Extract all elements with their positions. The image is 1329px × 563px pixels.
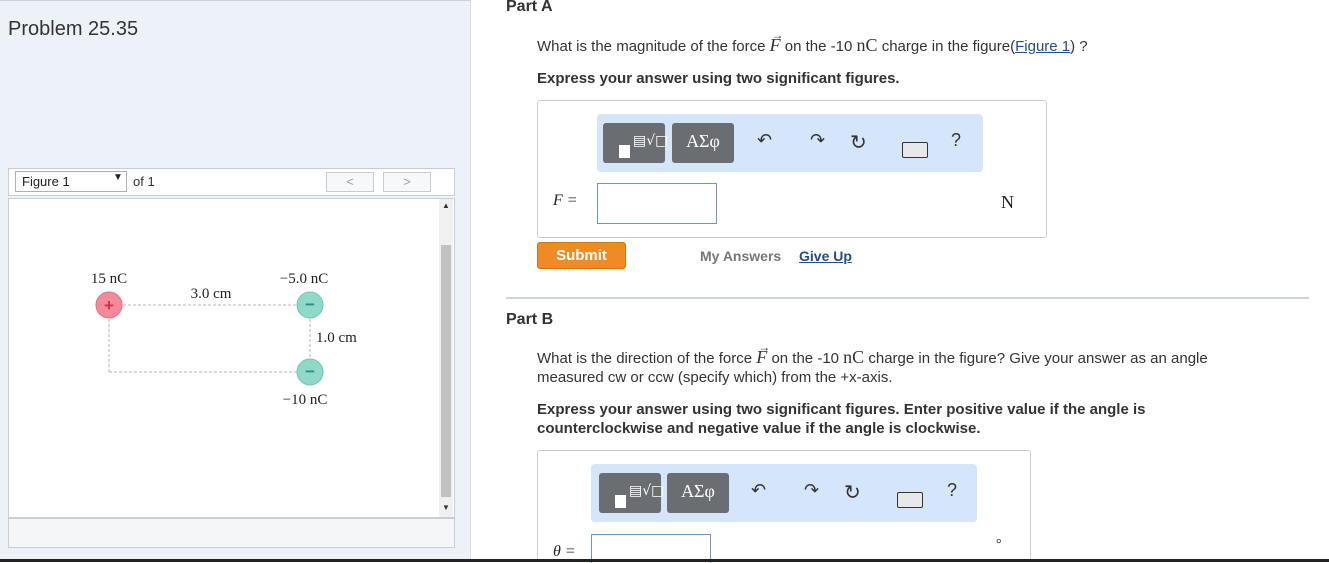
redo-icon[interactable]: ↷ xyxy=(810,130,825,151)
part-b-instruction-line2: counterclockwise and negative value if t… xyxy=(537,420,981,437)
part-b-question-line1: What is the direction of the force F → on… xyxy=(537,340,1307,368)
part-b-question: What is the direction of the force F → on… xyxy=(537,340,1307,387)
part-a-input-label: F = xyxy=(553,192,578,210)
keyboard-icon[interactable] xyxy=(902,142,928,158)
scrollbar-thumb[interactable] xyxy=(441,245,451,497)
part-b-answer-box: ▤√□ ΑΣφ ↶ ↷ ↻ ? θ = ° xyxy=(537,450,1031,563)
figure-footer xyxy=(8,518,455,548)
figure-select-value: Figure 1 xyxy=(22,174,70,189)
redo-icon[interactable]: ↷ xyxy=(804,480,819,501)
previous-figure-button[interactable]: < xyxy=(326,172,374,192)
scroll-down-icon[interactable]: ▼ xyxy=(442,503,450,512)
plus-sign: + xyxy=(104,296,114,315)
figure-count: of 1 xyxy=(133,174,155,189)
part-a-question: What is the magnitude of the force F → on… xyxy=(537,28,1088,56)
part-b-unit: ° xyxy=(996,537,1002,552)
vector-arrow-icon: → xyxy=(771,28,784,42)
part-a-variable: F = xyxy=(553,192,578,209)
undo-icon[interactable]: ↶ xyxy=(751,480,766,501)
minus-sign-top: − xyxy=(305,295,315,314)
force-vector-symbol-b: F → xyxy=(756,340,770,367)
force-vector-symbol: F → xyxy=(770,28,784,55)
keyboard-icon[interactable] xyxy=(897,492,923,508)
greek-icon[interactable]: ΑΣφ xyxy=(667,473,729,513)
part-a-math-toolbar: ▤√□ ΑΣφ ↶ ↷ ↻ ? xyxy=(597,114,983,172)
charge-diagram: + − − 15 nC −5.0 nC 3.0 cm 1.0 cm −10 nC xyxy=(91,271,357,408)
part-b-instruction: Express your answer using two significan… xyxy=(537,400,1317,438)
part-b-label: Part B xyxy=(506,311,554,328)
vector-arrow-icon-b: → xyxy=(758,340,771,354)
fraction-root-glyph-b: ▤√□ xyxy=(629,483,665,499)
reset-icon[interactable]: ↻ xyxy=(850,130,867,155)
my-answers-link[interactable]: My Answers xyxy=(700,248,781,264)
next-figure-button[interactable]: > xyxy=(383,172,431,192)
greek-icon[interactable]: ΑΣφ xyxy=(672,123,734,163)
templates-icon[interactable]: ▤√□ xyxy=(599,473,665,513)
part-divider xyxy=(506,297,1309,299)
part-b-question-line2: measured cw or ccw (specify which) from … xyxy=(537,369,893,386)
label-3cm: 3.0 cm xyxy=(191,286,232,302)
reset-icon[interactable]: ↻ xyxy=(844,480,861,505)
part-a-question-mid: on the -10 xyxy=(780,38,857,55)
figure-panel: + − − 15 nC −5.0 nC 3.0 cm 1.0 cm −10 nC xyxy=(8,198,455,518)
part-a-label: Part A xyxy=(506,0,553,15)
template-block-b xyxy=(615,495,626,508)
give-up-link[interactable]: Give Up xyxy=(799,248,852,264)
part-a-question-after: charge in the figure( xyxy=(877,38,1016,55)
problem-title: Problem 25.35 xyxy=(8,18,139,40)
label-neg5nC: −5.0 nC xyxy=(280,271,328,287)
label-neg10nC: −10 nC xyxy=(283,392,328,408)
part-a-question-text: What is the magnitude of the force xyxy=(537,38,770,55)
part-b-question-after: charge in the figure? Give your answer a… xyxy=(864,350,1208,367)
part-a-instruction: Express your answer using two significan… xyxy=(537,70,900,87)
fraction-root-glyph: ▤√□ xyxy=(633,133,669,149)
figure-1-link[interactable]: Figure 1 xyxy=(1015,38,1070,55)
help-icon[interactable]: ? xyxy=(947,480,957,501)
part-a-question-end: ) ? xyxy=(1070,38,1088,55)
dropdown-caret-icon: ▼ xyxy=(113,172,123,183)
part-b-instruction-line1: Express your answer using two significan… xyxy=(537,401,1146,418)
charge-unit-b: nC xyxy=(843,347,865,367)
help-icon[interactable]: ? xyxy=(951,130,961,151)
undo-icon[interactable]: ↶ xyxy=(757,130,772,151)
part-b-question-text: What is the direction of the force xyxy=(537,350,757,367)
part-b-question-mid: on the -10 xyxy=(767,350,844,367)
minus-sign-bottom: − xyxy=(305,362,315,381)
label-1cm: 1.0 cm xyxy=(316,330,357,346)
templates-icon[interactable]: ▤√□ xyxy=(603,123,669,163)
figure-navigation-bar: Figure 1 ▼ of 1 < > xyxy=(8,168,455,196)
template-block xyxy=(619,145,630,158)
figure-select[interactable]: Figure 1 xyxy=(15,171,127,192)
part-b-variable: θ = xyxy=(553,543,576,560)
part-a-unit: N xyxy=(1001,192,1014,212)
part-b-math-toolbar: ▤√□ ΑΣφ ↶ ↷ ↻ ? xyxy=(591,464,977,522)
scroll-up-icon[interactable]: ▲ xyxy=(442,201,450,210)
figure-scrollbar[interactable]: ▲ ▼ xyxy=(439,199,453,517)
submit-button[interactable]: Submit xyxy=(537,242,626,269)
label-15nC: 15 nC xyxy=(91,271,127,287)
part-a-answer-input[interactable] xyxy=(597,183,717,224)
part-a-answer-box: ▤√□ ΑΣφ ↶ ↷ ↻ ? F = N xyxy=(537,100,1047,238)
charge-unit: nC xyxy=(856,35,878,55)
